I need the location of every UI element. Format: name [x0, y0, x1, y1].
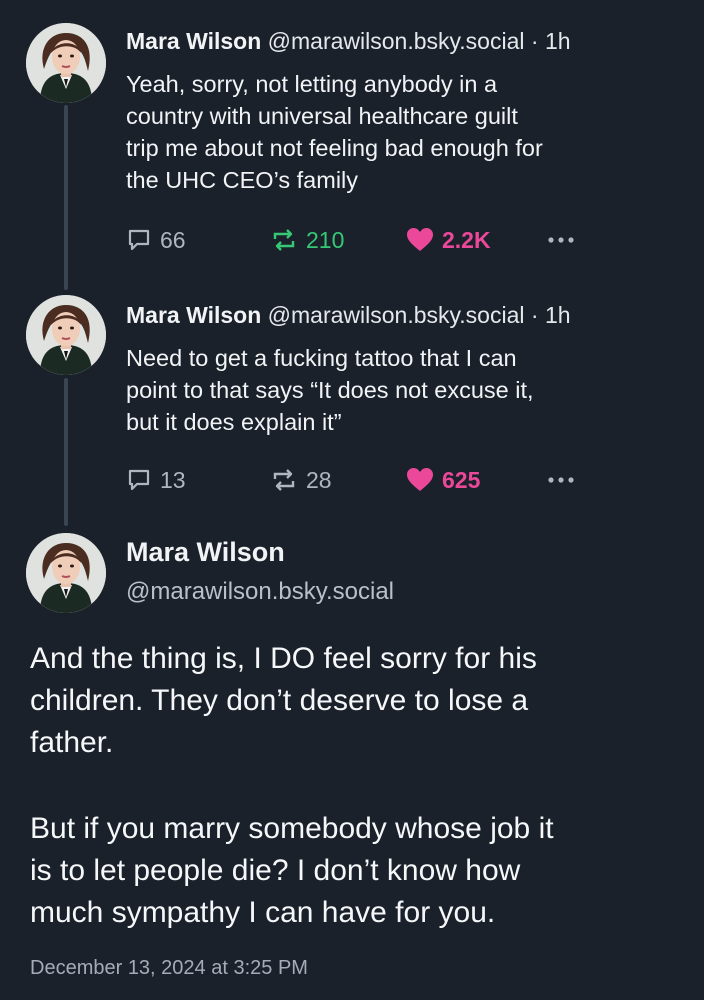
author-name[interactable]: Mara Wilson: [126, 537, 285, 568]
repost-arrows-icon: [273, 229, 295, 251]
ellipsis-icon: [548, 237, 574, 243]
reply-count: 13: [160, 466, 186, 493]
post-text-line: And the thing is, I DO feel sorry for hi…: [30, 642, 537, 675]
post-text-line: country with universal healthcare guilt: [126, 103, 518, 129]
post-text-line: Yeah, sorry, not letting anybody in a: [126, 71, 498, 97]
post-text-line: but it does explain it”: [126, 409, 342, 435]
repost-arrows-icon: [273, 469, 295, 491]
post-text-paragraph: But if you marry somebody whose job it i…: [30, 808, 680, 934]
author-name[interactable]: Mara Wilson: [126, 28, 261, 54]
repost-button[interactable]: 210: [270, 222, 344, 258]
speech-bubble-icon: [128, 229, 150, 251]
more-options-button[interactable]: [546, 222, 576, 258]
heart-icon: [407, 468, 433, 491]
avatar[interactable]: [26, 533, 106, 613]
post-text: Need to get a fucking tattoo that I can …: [126, 342, 686, 438]
repost-count: 28: [306, 466, 332, 493]
separator-dot: ·: [530, 28, 539, 54]
avatar[interactable]: [26, 295, 106, 375]
author-handle[interactable]: @marawilson.bsky.social: [268, 28, 525, 54]
like-button[interactable]: 2.2K: [406, 222, 491, 258]
post-time: 1h: [544, 302, 571, 328]
post-text-line: much sympathy I can have for you.: [30, 896, 496, 929]
post-time: 1h: [544, 28, 571, 54]
author-name[interactable]: Mara Wilson: [126, 302, 261, 328]
post-text: Yeah, sorry, not letting anybody in a co…: [126, 68, 686, 196]
more-options-button[interactable]: [546, 462, 576, 498]
post-text-line: Need to get a fucking tattoo that I can: [126, 345, 517, 371]
speech-bubble-icon: [128, 469, 150, 491]
author-handle[interactable]: @marawilson.bsky.social: [126, 578, 394, 606]
avatar[interactable]: [26, 23, 106, 103]
separator-dot: ·: [530, 302, 539, 328]
ellipsis-icon: [548, 477, 574, 483]
post-text-line: children. They don’t deserve to lose a: [30, 684, 529, 717]
post-header: Mara Wilson @marawilson.bsky.social · 1h: [126, 302, 571, 329]
post-header: Mara Wilson @marawilson.bsky.social · 1h: [126, 28, 571, 55]
post-text-line: the UHC CEO’s family: [126, 167, 359, 193]
reply-button[interactable]: 66: [126, 222, 186, 258]
reply-button[interactable]: 13: [126, 462, 186, 498]
post-text-line: is to let people die? I don’t know how: [30, 854, 521, 887]
post-text-line: But if you marry somebody whose job it: [30, 812, 554, 845]
reply-post[interactable]: Mara Wilson @marawilson.bsky.social · 1h…: [0, 290, 704, 526]
reply-post[interactable]: Mara Wilson @marawilson.bsky.social · 1h…: [0, 0, 704, 290]
like-count: 2.2K: [442, 226, 491, 253]
author-handle[interactable]: @marawilson.bsky.social: [268, 302, 525, 328]
post-text-line: father.: [30, 726, 114, 759]
post-text-line: point to that says “It does not excuse i…: [126, 377, 534, 403]
repost-button[interactable]: 28: [270, 462, 332, 498]
post-text-line: trip me about not feeling bad enough for: [126, 135, 543, 161]
like-count: 625: [442, 466, 481, 493]
heart-icon: [407, 228, 433, 251]
post-text-paragraph: And the thing is, I DO feel sorry for hi…: [30, 638, 680, 764]
reply-count: 66: [160, 226, 186, 253]
repost-count: 210: [306, 226, 345, 253]
post-timestamp: December 13, 2024 at 3:25 PM: [30, 957, 308, 979]
like-button[interactable]: 625: [406, 462, 480, 498]
